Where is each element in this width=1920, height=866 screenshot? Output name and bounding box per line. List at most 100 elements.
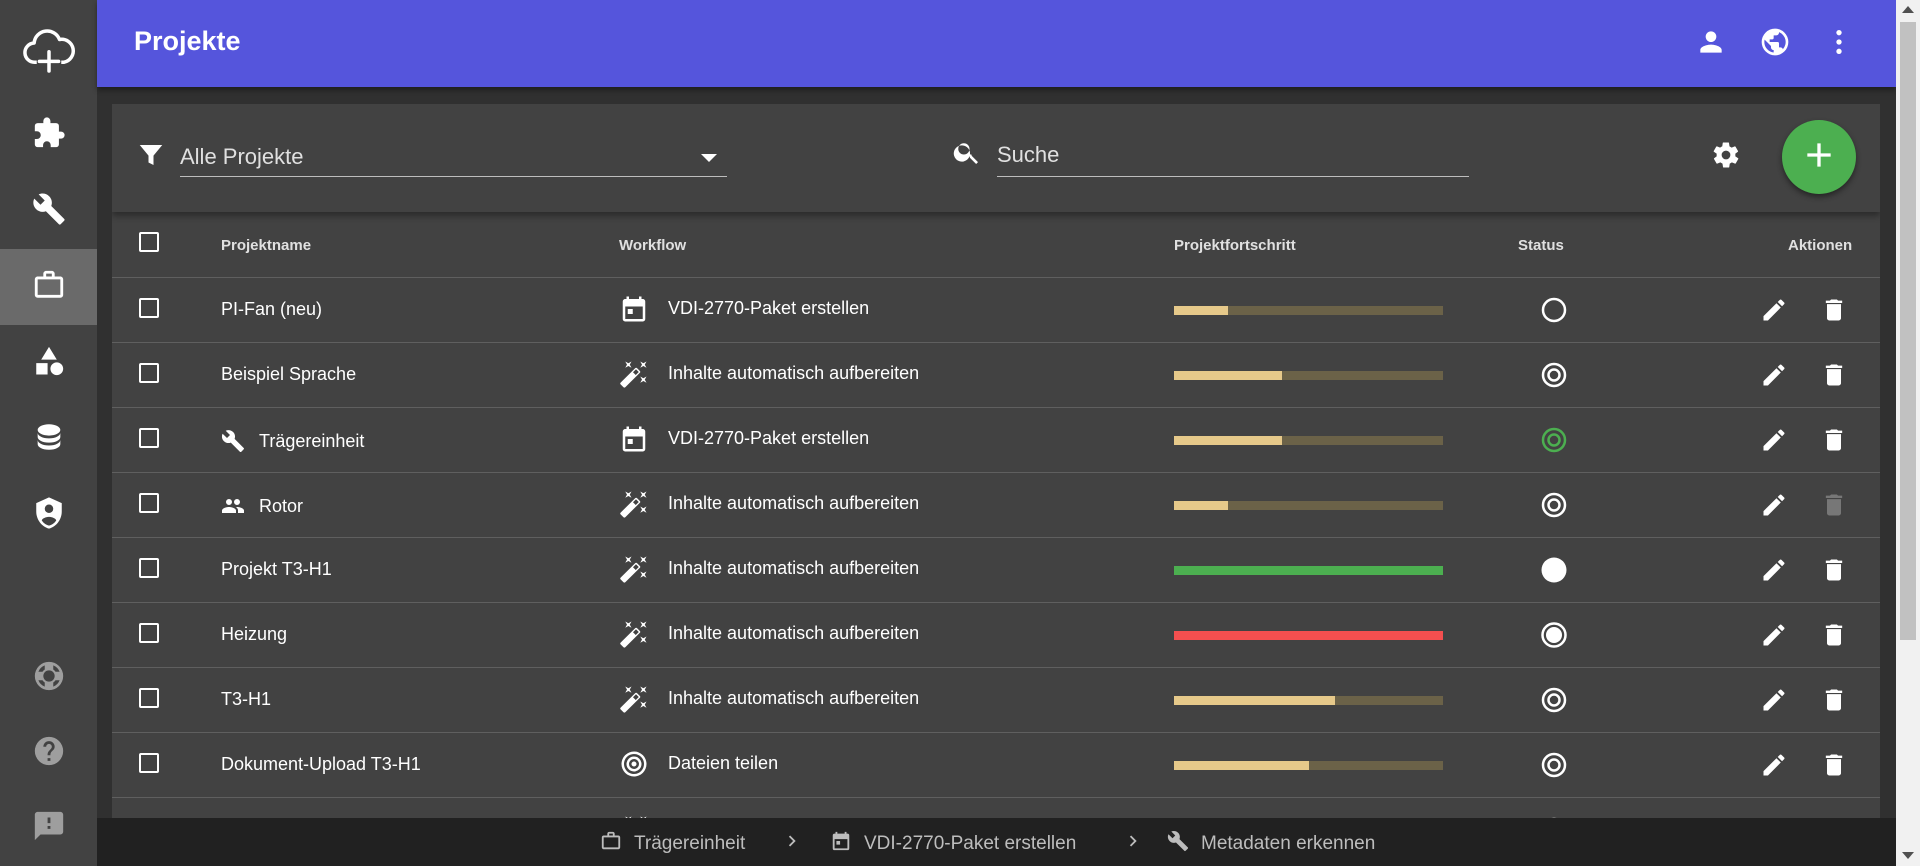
delete-button[interactable] xyxy=(1820,426,1848,454)
progress-fill xyxy=(1174,371,1282,380)
progress-fill xyxy=(1174,631,1443,640)
project-name[interactable]: Beispiel Sprache xyxy=(221,364,356,385)
row-checkbox[interactable] xyxy=(139,363,159,383)
magic-wand-icon xyxy=(619,619,649,649)
row-checkbox[interactable] xyxy=(139,753,159,773)
status-circle-outline-icon xyxy=(1540,296,1568,324)
progress-bar xyxy=(1174,696,1443,705)
sidebar-item-feedback[interactable] xyxy=(0,790,97,866)
row-checkbox[interactable] xyxy=(139,493,159,513)
account-button[interactable] xyxy=(1695,26,1727,58)
delete-button[interactable] xyxy=(1820,686,1848,714)
delete-button[interactable] xyxy=(1820,556,1848,584)
edit-button[interactable] xyxy=(1760,751,1788,779)
workflow-label: Dateien teilen xyxy=(668,753,779,773)
edit-button[interactable] xyxy=(1760,686,1788,714)
project-name[interactable]: PI-Fan (neu) xyxy=(221,299,322,320)
workflow-label: VDI-2770-Paket erstellen xyxy=(668,298,870,318)
row-checkbox[interactable] xyxy=(139,298,159,318)
scroll-up-arrow-icon[interactable] xyxy=(1902,6,1914,13)
sidebar-item-help[interactable] xyxy=(0,715,97,791)
table-row[interactable]: T3-H1 Inhalte automatisch aufbereiten xyxy=(112,668,1880,733)
sidebar-item-projects[interactable] xyxy=(0,249,97,325)
progress-fill xyxy=(1174,761,1309,770)
trash-icon xyxy=(1820,624,1848,653)
projects-table: Projektname Workflow Projektfortschritt … xyxy=(112,212,1880,818)
project-name[interactable]: Projekt T3-H1 xyxy=(221,559,332,580)
project-name[interactable]: Heizung xyxy=(221,624,287,645)
search-input[interactable] xyxy=(997,140,1457,170)
table-row[interactable]: Projekt T3-H1 Inhalte automatisch aufber… xyxy=(112,538,1880,603)
account-group-icon xyxy=(221,494,245,518)
delete-button[interactable] xyxy=(1820,751,1848,779)
sidebar-item-shapes[interactable] xyxy=(0,325,97,401)
breadcrumb-item-workflow[interactable]: VDI-2770-Paket erstellen xyxy=(830,830,1076,858)
select-all-checkbox[interactable] xyxy=(139,232,159,252)
table-row[interactable]: Trägereinheit VDI-2770-Paket erstellen xyxy=(112,408,1880,473)
delete-button[interactable] xyxy=(1820,621,1848,649)
projects-toolbar: Alle Projekte xyxy=(112,104,1880,212)
table-row[interactable] xyxy=(112,798,1880,818)
column-header-status[interactable]: Status xyxy=(1518,237,1564,254)
workflow-label: VDI-2770-Paket erstellen xyxy=(668,428,870,448)
project-name-label: Projekt T3-H1 xyxy=(221,559,332,579)
app-header: Projekte xyxy=(97,0,1896,87)
sidebar-item-tools[interactable] xyxy=(0,173,97,249)
settings-button[interactable] xyxy=(1711,140,1741,170)
edit-button[interactable] xyxy=(1760,426,1788,454)
projects-card: Alle Projekte Projektname Workflow Proje… xyxy=(112,104,1880,818)
workflow-label: Inhalte automatisch aufbereiten xyxy=(668,558,920,578)
delete-button[interactable] xyxy=(1820,296,1848,324)
scroll-down-arrow-icon[interactable] xyxy=(1902,852,1914,859)
breadcrumb-item-step[interactable]: Metadaten erkennen xyxy=(1167,830,1375,858)
delete-button[interactable] xyxy=(1820,361,1848,389)
project-name-label: PI-Fan (neu) xyxy=(221,299,323,319)
project-name[interactable]: Rotor xyxy=(221,494,303,518)
table-row[interactable]: Heizung Inhalte automatisch aufbereiten xyxy=(112,603,1880,668)
language-button[interactable] xyxy=(1759,26,1791,58)
add-project-button[interactable] xyxy=(1782,120,1856,194)
database-icon xyxy=(32,420,66,459)
row-checkbox[interactable] xyxy=(139,623,159,643)
edit-button[interactable] xyxy=(1760,621,1788,649)
table-row[interactable]: Beispiel Sprache Inhalte automatisch auf… xyxy=(112,343,1880,408)
project-name[interactable]: T3-H1 xyxy=(221,689,271,710)
table-row[interactable]: Dokument-Upload T3-H1 Dateien teilen xyxy=(112,733,1880,798)
pencil-icon xyxy=(1760,429,1788,458)
status-target-green-icon xyxy=(1540,426,1568,454)
column-header-workflow[interactable]: Workflow xyxy=(619,237,686,254)
status-filled-icon xyxy=(1540,556,1568,584)
package-icon xyxy=(830,830,864,858)
project-filter-select[interactable]: Alle Projekte xyxy=(180,136,727,177)
row-checkbox[interactable] xyxy=(139,428,159,448)
magic-wand-icon xyxy=(619,489,649,519)
breadcrumb-item-project[interactable]: Trägereinheit xyxy=(600,830,745,858)
edit-button[interactable] xyxy=(1760,296,1788,324)
app-logo-cloud-add-icon[interactable] xyxy=(0,12,97,88)
briefcase-icon xyxy=(32,268,66,307)
project-name-label: Dokument-Upload T3-H1 xyxy=(221,754,421,774)
shield-account-icon xyxy=(32,496,66,535)
project-name[interactable]: Trägereinheit xyxy=(221,429,364,453)
scrollbar-thumb[interactable] xyxy=(1900,22,1916,640)
progress-bar xyxy=(1174,371,1443,380)
table-row[interactable]: PI-Fan (neu) VDI-2770-Paket erstellen xyxy=(112,278,1880,343)
edit-button[interactable] xyxy=(1760,361,1788,389)
sidebar-item-admin[interactable] xyxy=(0,477,97,553)
more-menu-button[interactable] xyxy=(1823,26,1855,58)
row-checkbox[interactable] xyxy=(139,688,159,708)
pencil-icon xyxy=(1760,754,1788,783)
column-header-name[interactable]: Projektname xyxy=(221,237,311,254)
column-header-progress[interactable]: Projektfortschritt xyxy=(1174,237,1296,254)
search-field xyxy=(997,136,1469,177)
project-name[interactable]: Dokument-Upload T3-H1 xyxy=(221,754,421,775)
breadcrumb-label: Trägereinheit xyxy=(634,833,746,854)
sidebar-item-plugins[interactable] xyxy=(0,97,97,173)
edit-button[interactable] xyxy=(1760,491,1788,519)
table-row[interactable]: Rotor Inhalte automatisch aufbereiten xyxy=(112,473,1880,538)
progress-fill xyxy=(1174,436,1282,445)
sidebar-item-database[interactable] xyxy=(0,401,97,477)
row-checkbox[interactable] xyxy=(139,558,159,578)
sidebar-item-support[interactable] xyxy=(0,640,97,716)
edit-button[interactable] xyxy=(1760,556,1788,584)
